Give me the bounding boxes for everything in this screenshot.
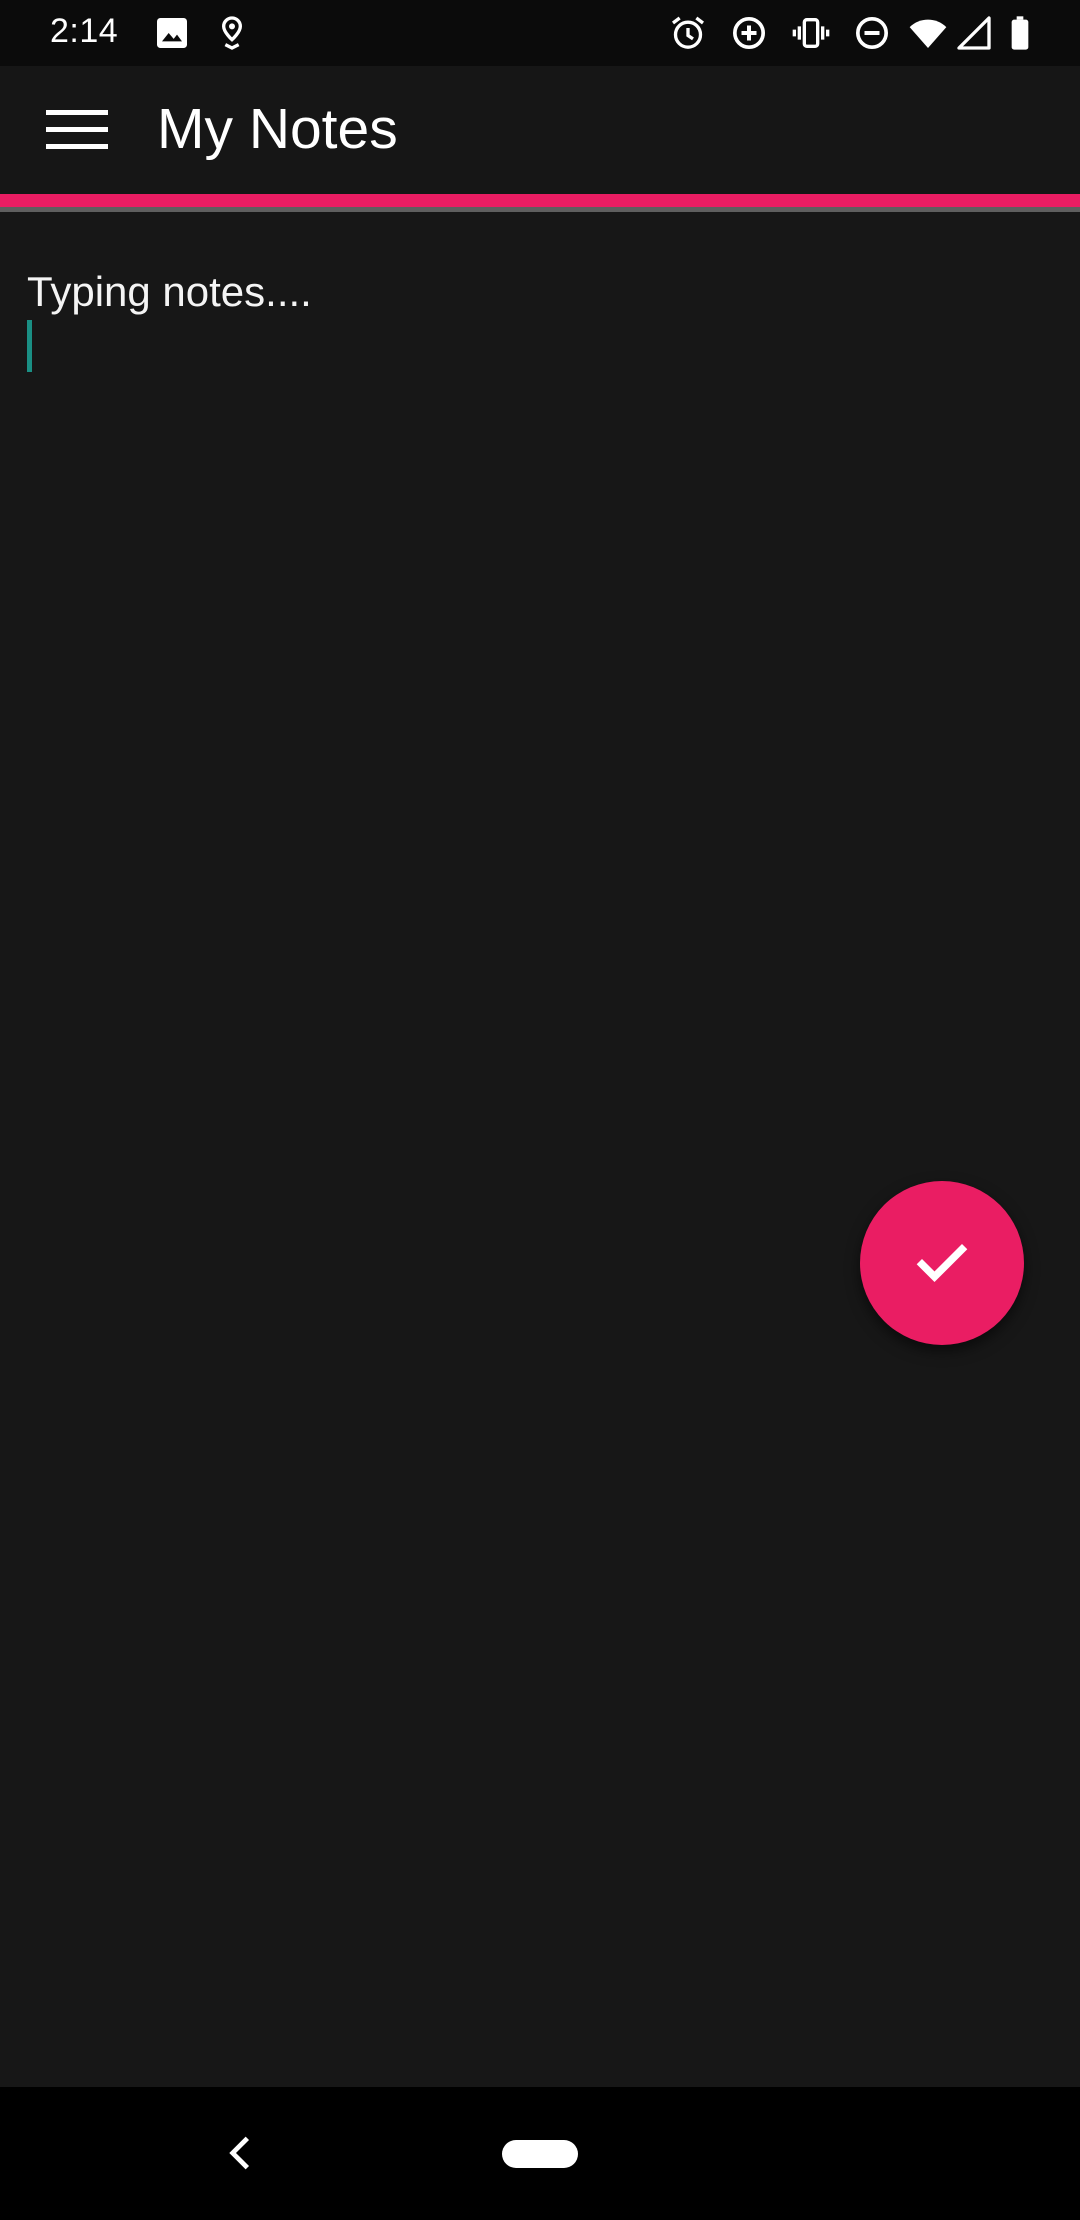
status-time: 2:14 bbox=[50, 12, 119, 50]
data-saver-icon bbox=[729, 13, 769, 53]
do-not-disturb-icon bbox=[852, 13, 892, 53]
save-fab-button[interactable] bbox=[860, 1181, 1024, 1345]
navigation-bar bbox=[0, 2087, 1080, 2220]
app-title: My Notes bbox=[157, 97, 398, 161]
back-icon[interactable] bbox=[218, 2131, 262, 2175]
battery-icon bbox=[1000, 13, 1040, 53]
app-bar: My Notes bbox=[0, 66, 1080, 194]
hamburger-menu-icon[interactable] bbox=[30, 94, 124, 166]
vibrate-icon bbox=[791, 13, 831, 53]
alarm-icon bbox=[668, 13, 708, 53]
location-pin-icon bbox=[212, 13, 252, 53]
text-cursor bbox=[27, 320, 32, 372]
checkmark-icon bbox=[916, 1243, 968, 1283]
accent-bar bbox=[0, 194, 1080, 207]
note-editor[interactable]: Typing notes.... bbox=[0, 212, 1080, 2087]
note-text[interactable]: Typing notes.... bbox=[27, 267, 312, 317]
cell-signal-icon bbox=[954, 13, 994, 53]
wifi-icon bbox=[908, 13, 948, 53]
image-icon bbox=[152, 13, 192, 53]
home-pill-icon[interactable] bbox=[502, 2140, 578, 2168]
status-bar: 2:14 bbox=[0, 0, 1080, 66]
